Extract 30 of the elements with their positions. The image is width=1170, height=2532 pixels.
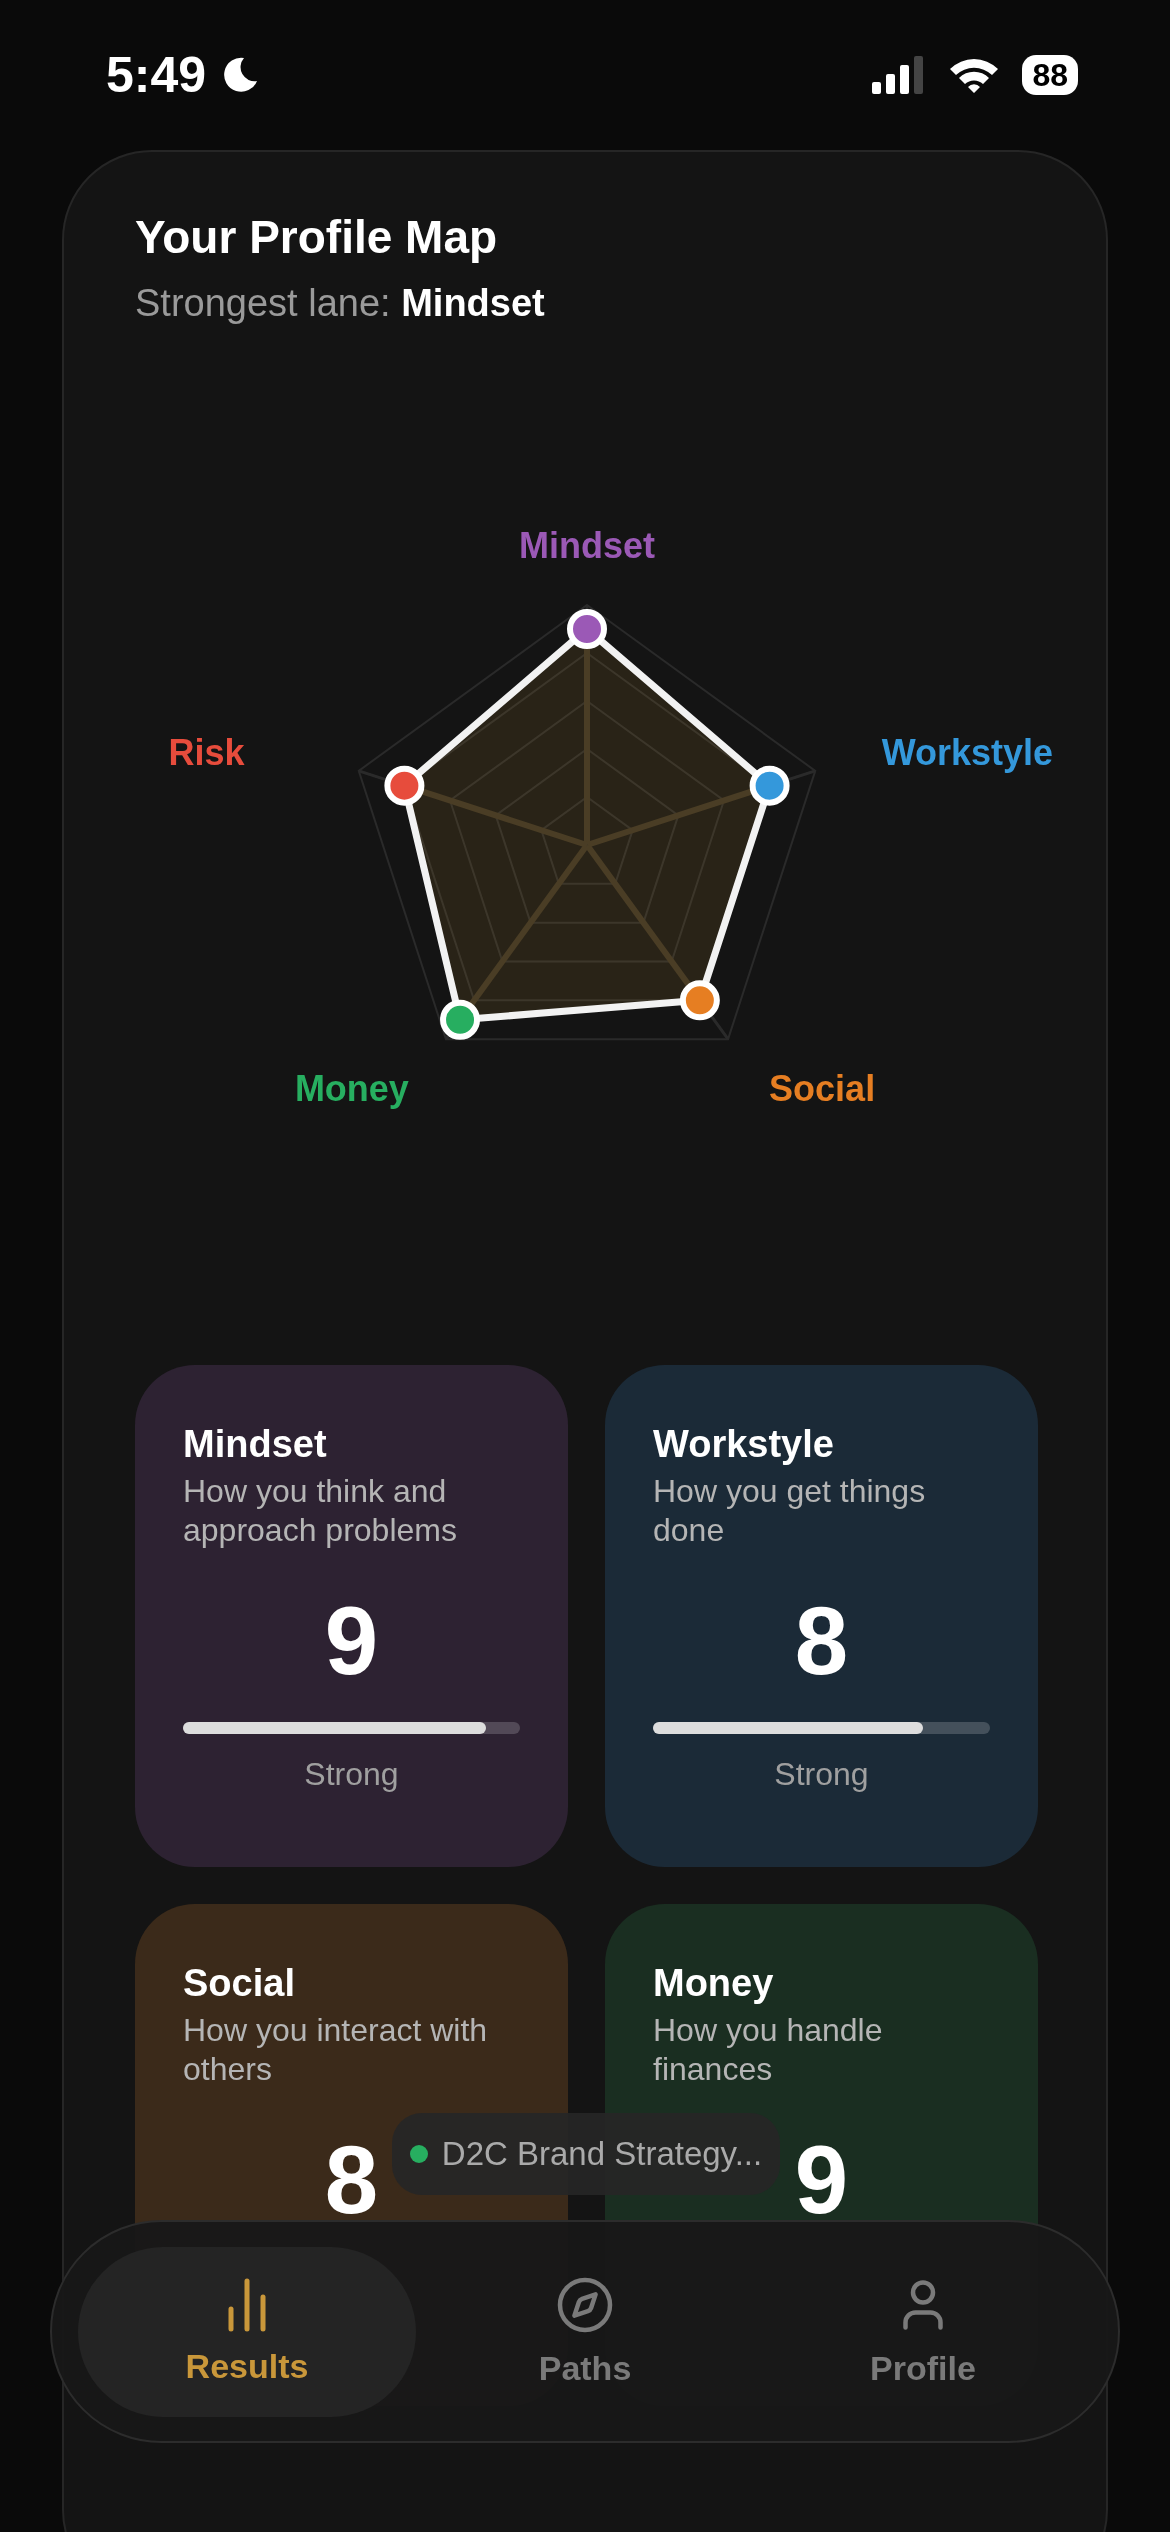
tab-button[interactable]: Profile xyxy=(754,2246,1092,2417)
axis-label: Workstyle xyxy=(881,732,1054,774)
axis-label: Money xyxy=(294,1067,409,1109)
card-score: 9 xyxy=(794,2125,849,2235)
card-score: 8 xyxy=(324,2125,379,2235)
card-score: 8 xyxy=(794,1586,849,1696)
card-description: How you get things done xyxy=(653,1472,927,1550)
card-title: Money xyxy=(653,1962,775,2005)
status-time: 5:49 xyxy=(106,46,207,104)
wifi-icon xyxy=(948,56,1001,94)
card-description: How you interact with others xyxy=(183,2011,489,2089)
pill-text: D2C Brand Strategy... xyxy=(441,2135,763,2173)
card-description: How you handle finances xyxy=(653,2011,884,2089)
card-score: 9 xyxy=(324,1586,379,1696)
now-playing-pill[interactable]: D2C Brand Strategy... xyxy=(392,2113,780,2195)
card-title: Mindset xyxy=(183,1423,328,1466)
card-description: How you think and approach problems xyxy=(183,1472,458,1550)
tab-button[interactable]: Paths xyxy=(416,2246,754,2417)
tab-button[interactable]: Results xyxy=(78,2246,416,2417)
panel-subtitle: Strongest lane: Mindset xyxy=(135,282,546,325)
card-rating: Strong xyxy=(773,1756,870,1793)
axis-label: Social xyxy=(769,1067,876,1109)
battery-indicator: 88 xyxy=(1022,55,1078,95)
card-title: Workstyle xyxy=(653,1423,835,1466)
axis-label: Mindset xyxy=(519,525,655,566)
card-title: Social xyxy=(183,1962,296,2005)
card-rating: Strong xyxy=(303,1756,400,1793)
panel-title: Your Profile Map xyxy=(135,210,499,264)
axis-label: Risk xyxy=(168,732,245,774)
compass-icon xyxy=(555,2275,615,2335)
